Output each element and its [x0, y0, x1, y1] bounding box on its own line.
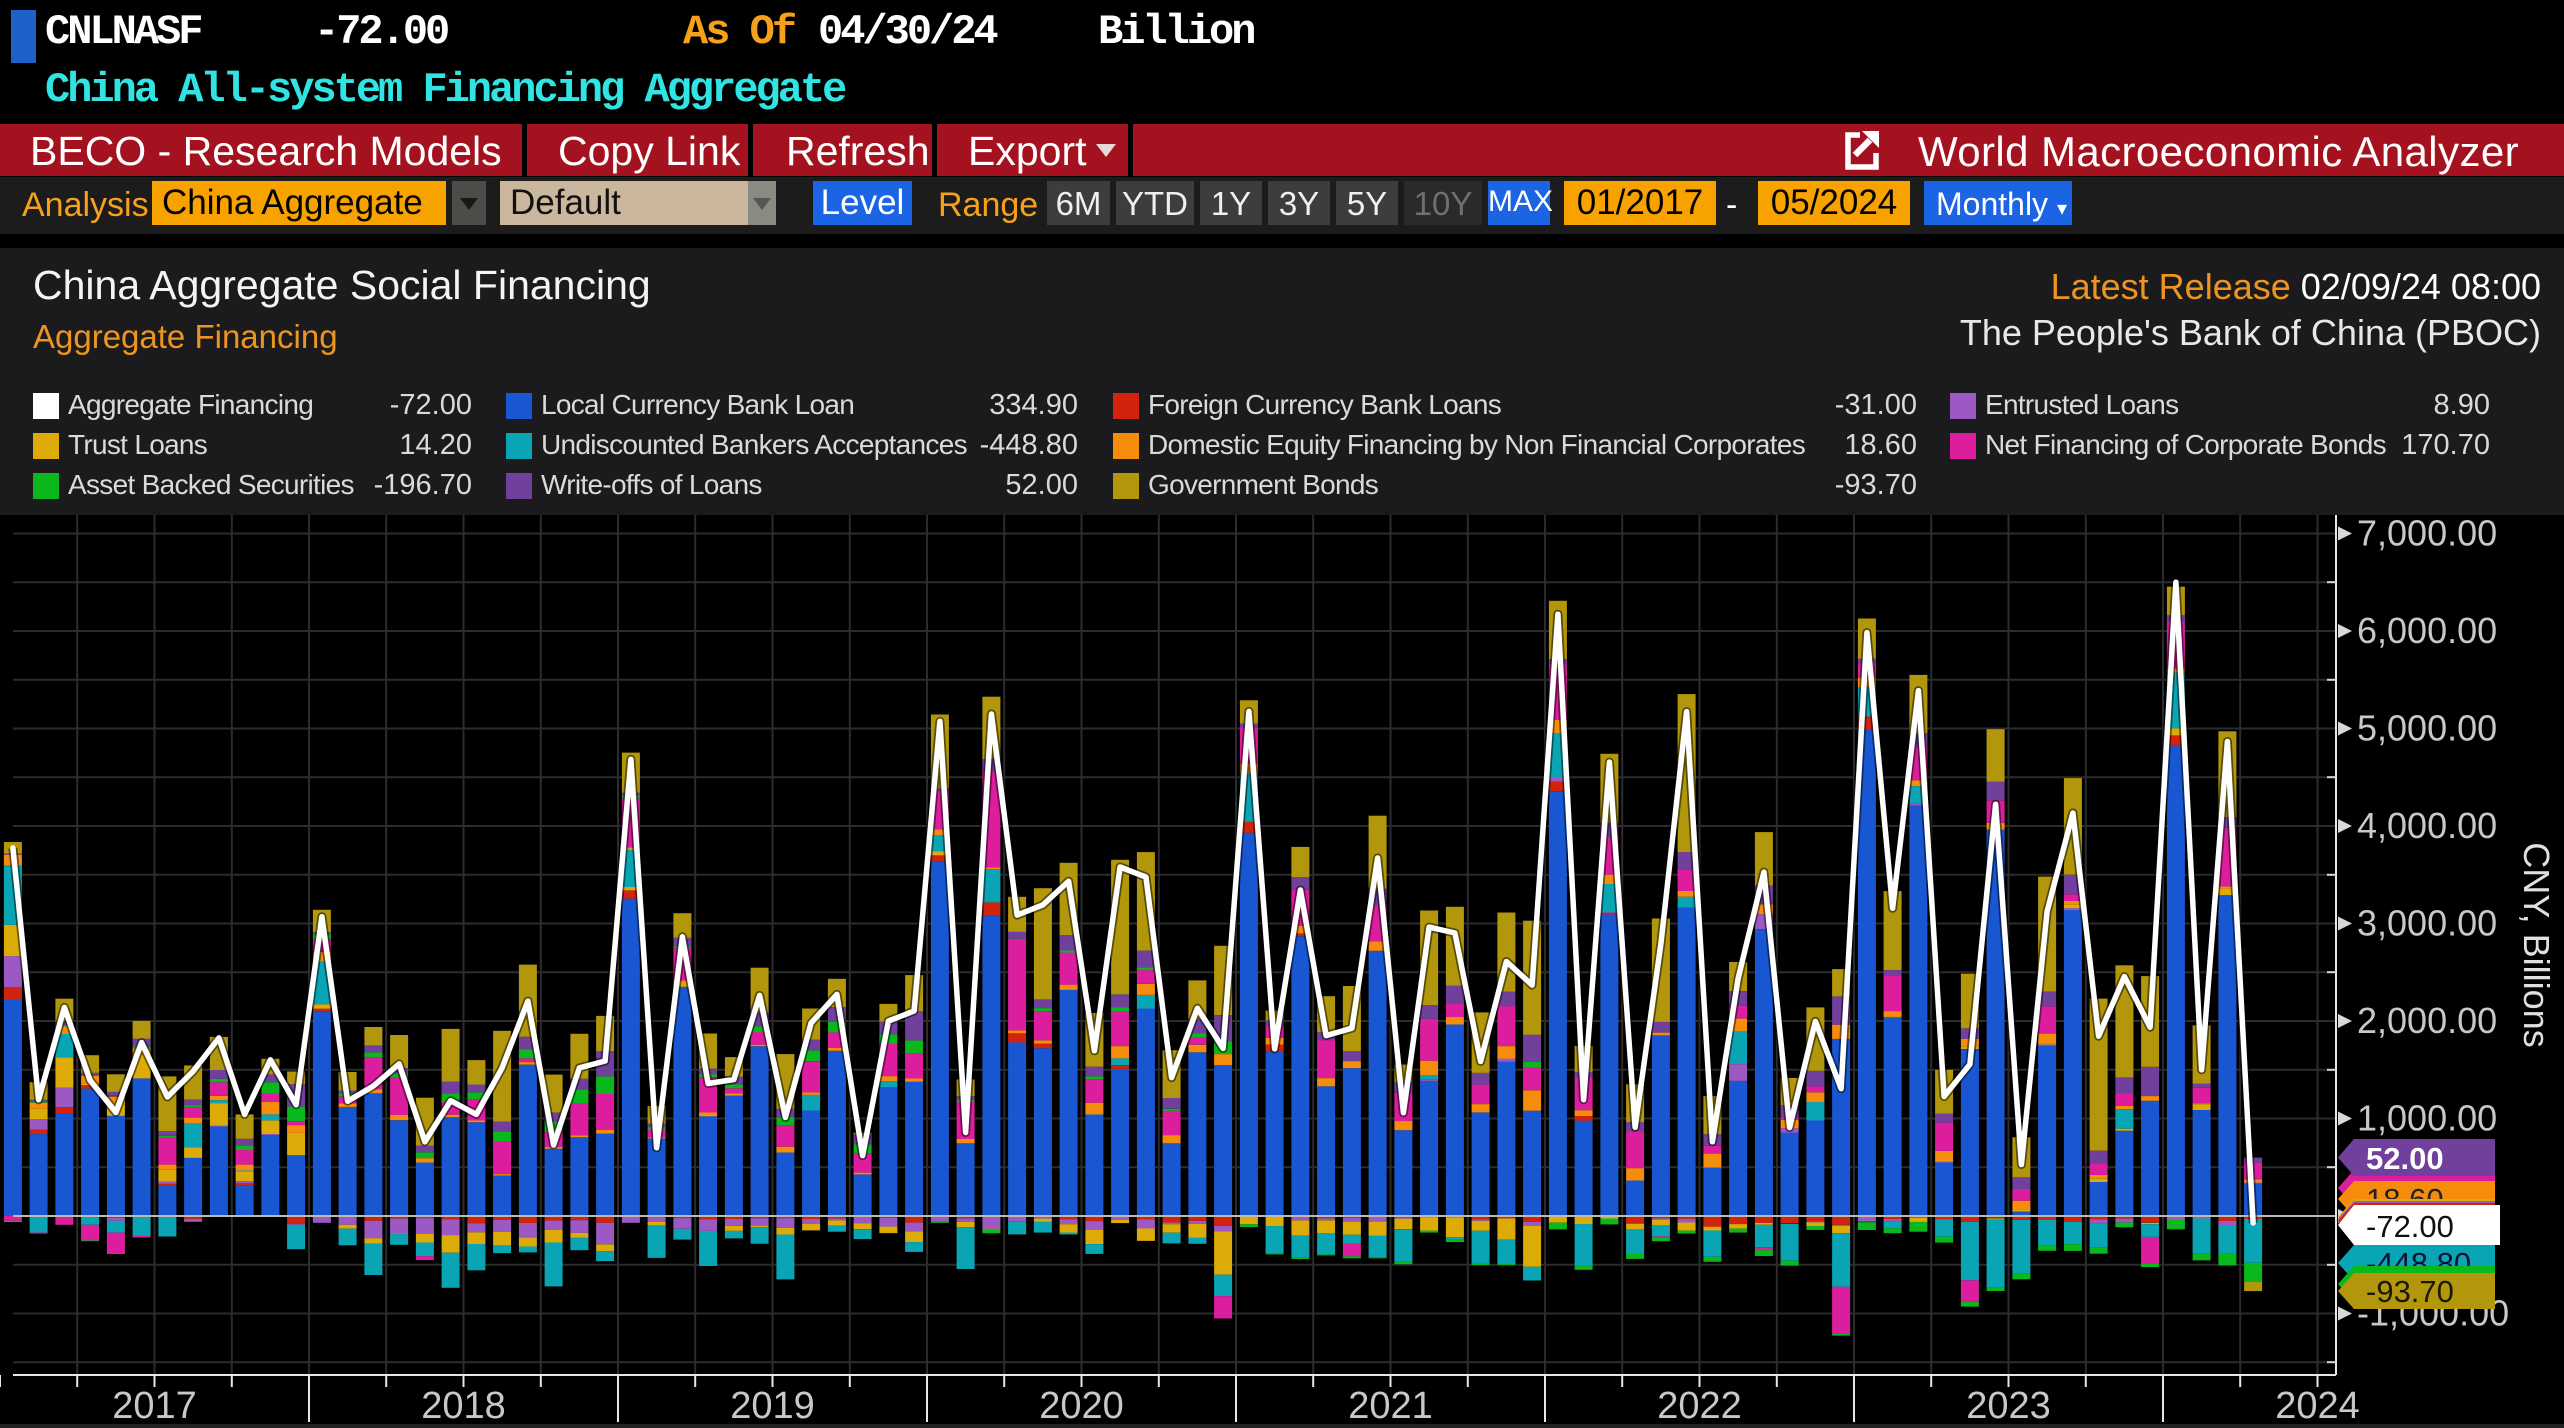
svg-text:2019: 2019: [730, 1385, 815, 1427]
svg-text:2020: 2020: [1039, 1385, 1124, 1427]
svg-text:5,000.00: 5,000.00: [2357, 708, 2497, 749]
svg-text:52.00: 52.00: [2366, 1141, 2444, 1176]
svg-text:2,000.00: 2,000.00: [2357, 1000, 2497, 1041]
svg-text:7,000.00: 7,000.00: [2357, 513, 2497, 554]
svg-text:2017: 2017: [112, 1385, 197, 1427]
svg-text:6,000.00: 6,000.00: [2357, 610, 2497, 651]
svg-text:2018: 2018: [421, 1385, 506, 1427]
svg-text:2023: 2023: [1966, 1385, 2051, 1427]
svg-text:-93.70: -93.70: [2366, 1274, 2454, 1309]
svg-text:2022: 2022: [1657, 1385, 1742, 1427]
svg-text:2024: 2024: [2275, 1385, 2360, 1427]
svg-text:-72.00: -72.00: [2366, 1209, 2454, 1244]
svg-text:4,000.00: 4,000.00: [2357, 805, 2497, 846]
svg-text:CNY, Billions: CNY, Billions: [2516, 842, 2557, 1047]
svg-text:1,000.00: 1,000.00: [2357, 1098, 2497, 1139]
svg-text:3,000.00: 3,000.00: [2357, 903, 2497, 944]
svg-text:2021: 2021: [1348, 1385, 1433, 1427]
